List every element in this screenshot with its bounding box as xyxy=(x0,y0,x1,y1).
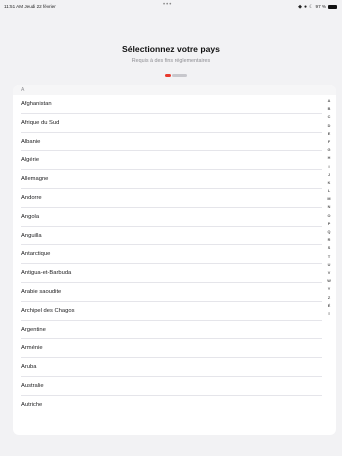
index-letter[interactable]: Q xyxy=(328,228,331,236)
section-header: A xyxy=(13,85,336,95)
country-row[interactable]: Allemagne xyxy=(21,170,322,189)
battery-icon xyxy=(328,4,337,9)
index-letter[interactable]: M xyxy=(327,195,330,203)
index-letter[interactable]: A xyxy=(328,97,331,105)
progress-active-segment xyxy=(165,74,171,77)
country-row[interactable]: Argentine xyxy=(21,321,322,340)
country-row[interactable]: Antarctique xyxy=(21,245,322,265)
country-row[interactable]: Albanie xyxy=(21,133,322,152)
moon-icon: ☾ xyxy=(309,3,314,10)
index-letter[interactable]: V xyxy=(328,269,331,277)
country-row[interactable]: Archipel des Chagos xyxy=(21,302,322,321)
index-letter[interactable]: I xyxy=(328,163,329,171)
index-letter[interactable]: É xyxy=(328,302,331,310)
index-letter[interactable]: L xyxy=(328,187,330,195)
multitasking-dots[interactable]: ••• xyxy=(163,2,172,8)
index-letter[interactable]: B xyxy=(328,105,331,113)
index-letter[interactable]: N xyxy=(328,203,331,211)
index-letter[interactable]: R xyxy=(328,236,331,244)
index-letter[interactable]: J xyxy=(328,171,330,179)
battery-percent: 97 % xyxy=(315,4,326,9)
index-letter[interactable]: D xyxy=(328,122,331,130)
index-letter[interactable]: İ xyxy=(328,310,329,318)
country-row[interactable]: Australie xyxy=(21,377,322,396)
page-title: Sélectionnez votre pays xyxy=(122,44,220,54)
alphabet-index[interactable]: ABCDEFGHIJKLMNOPQRSTUVWYZÉİ xyxy=(325,97,333,318)
index-letter[interactable]: F xyxy=(328,138,330,146)
index-letter[interactable]: H xyxy=(328,154,331,162)
index-letter[interactable]: O xyxy=(328,212,331,220)
index-letter[interactable]: E xyxy=(328,130,331,138)
wifi-icon: ◆ xyxy=(298,3,302,10)
index-letter[interactable]: Y xyxy=(328,285,331,293)
index-letter[interactable]: G xyxy=(328,146,331,154)
country-list-card: A Afghanistan Afrique du Sud Albanie Algéri… xyxy=(13,85,336,435)
index-letter[interactable]: T xyxy=(328,253,330,261)
country-row[interactable]: Afrique du Sud xyxy=(21,114,322,133)
index-letter[interactable]: S xyxy=(328,244,331,252)
country-row[interactable]: Algérie xyxy=(21,151,322,171)
country-row[interactable]: Arménie xyxy=(21,339,322,359)
status-time-date: 11:51 AM Jeudi 22 février xyxy=(4,4,56,9)
index-letter[interactable]: U xyxy=(328,261,331,269)
country-row[interactable]: Angola xyxy=(21,208,322,227)
index-letter[interactable]: C xyxy=(328,113,331,121)
page-header: Sélectionnez votre pays Requis à des fin… xyxy=(0,44,342,64)
location-icon: ● xyxy=(304,3,308,10)
index-letter[interactable]: P xyxy=(328,220,331,228)
index-letter[interactable]: Z xyxy=(328,294,330,302)
index-letter[interactable]: K xyxy=(328,179,331,187)
index-letter[interactable]: W xyxy=(327,277,331,285)
status-icons: ◆ ● ☾ 97 % xyxy=(298,4,337,10)
country-list: Afghanistan Afrique du Sud Albanie Algérie A… xyxy=(13,95,336,415)
status-bar: 11:51 AM Jeudi 22 février ••• ◆ ● ☾ 97 % xyxy=(0,0,342,12)
step-progress-indicator xyxy=(165,74,187,77)
country-row[interactable]: Afghanistan xyxy=(21,95,322,114)
country-row[interactable]: Antigua-et-Barbuda xyxy=(21,264,322,283)
country-row[interactable]: Andorre xyxy=(21,189,322,208)
progress-remaining-segment xyxy=(172,74,187,77)
page-subtitle: Requis à des fins réglementaires xyxy=(131,58,211,64)
country-row[interactable]: Aruba xyxy=(21,358,322,377)
country-row[interactable]: Autriche xyxy=(21,396,322,415)
country-row[interactable]: Arabie saoudite xyxy=(21,283,322,302)
country-row[interactable]: Anguilla xyxy=(21,227,322,246)
